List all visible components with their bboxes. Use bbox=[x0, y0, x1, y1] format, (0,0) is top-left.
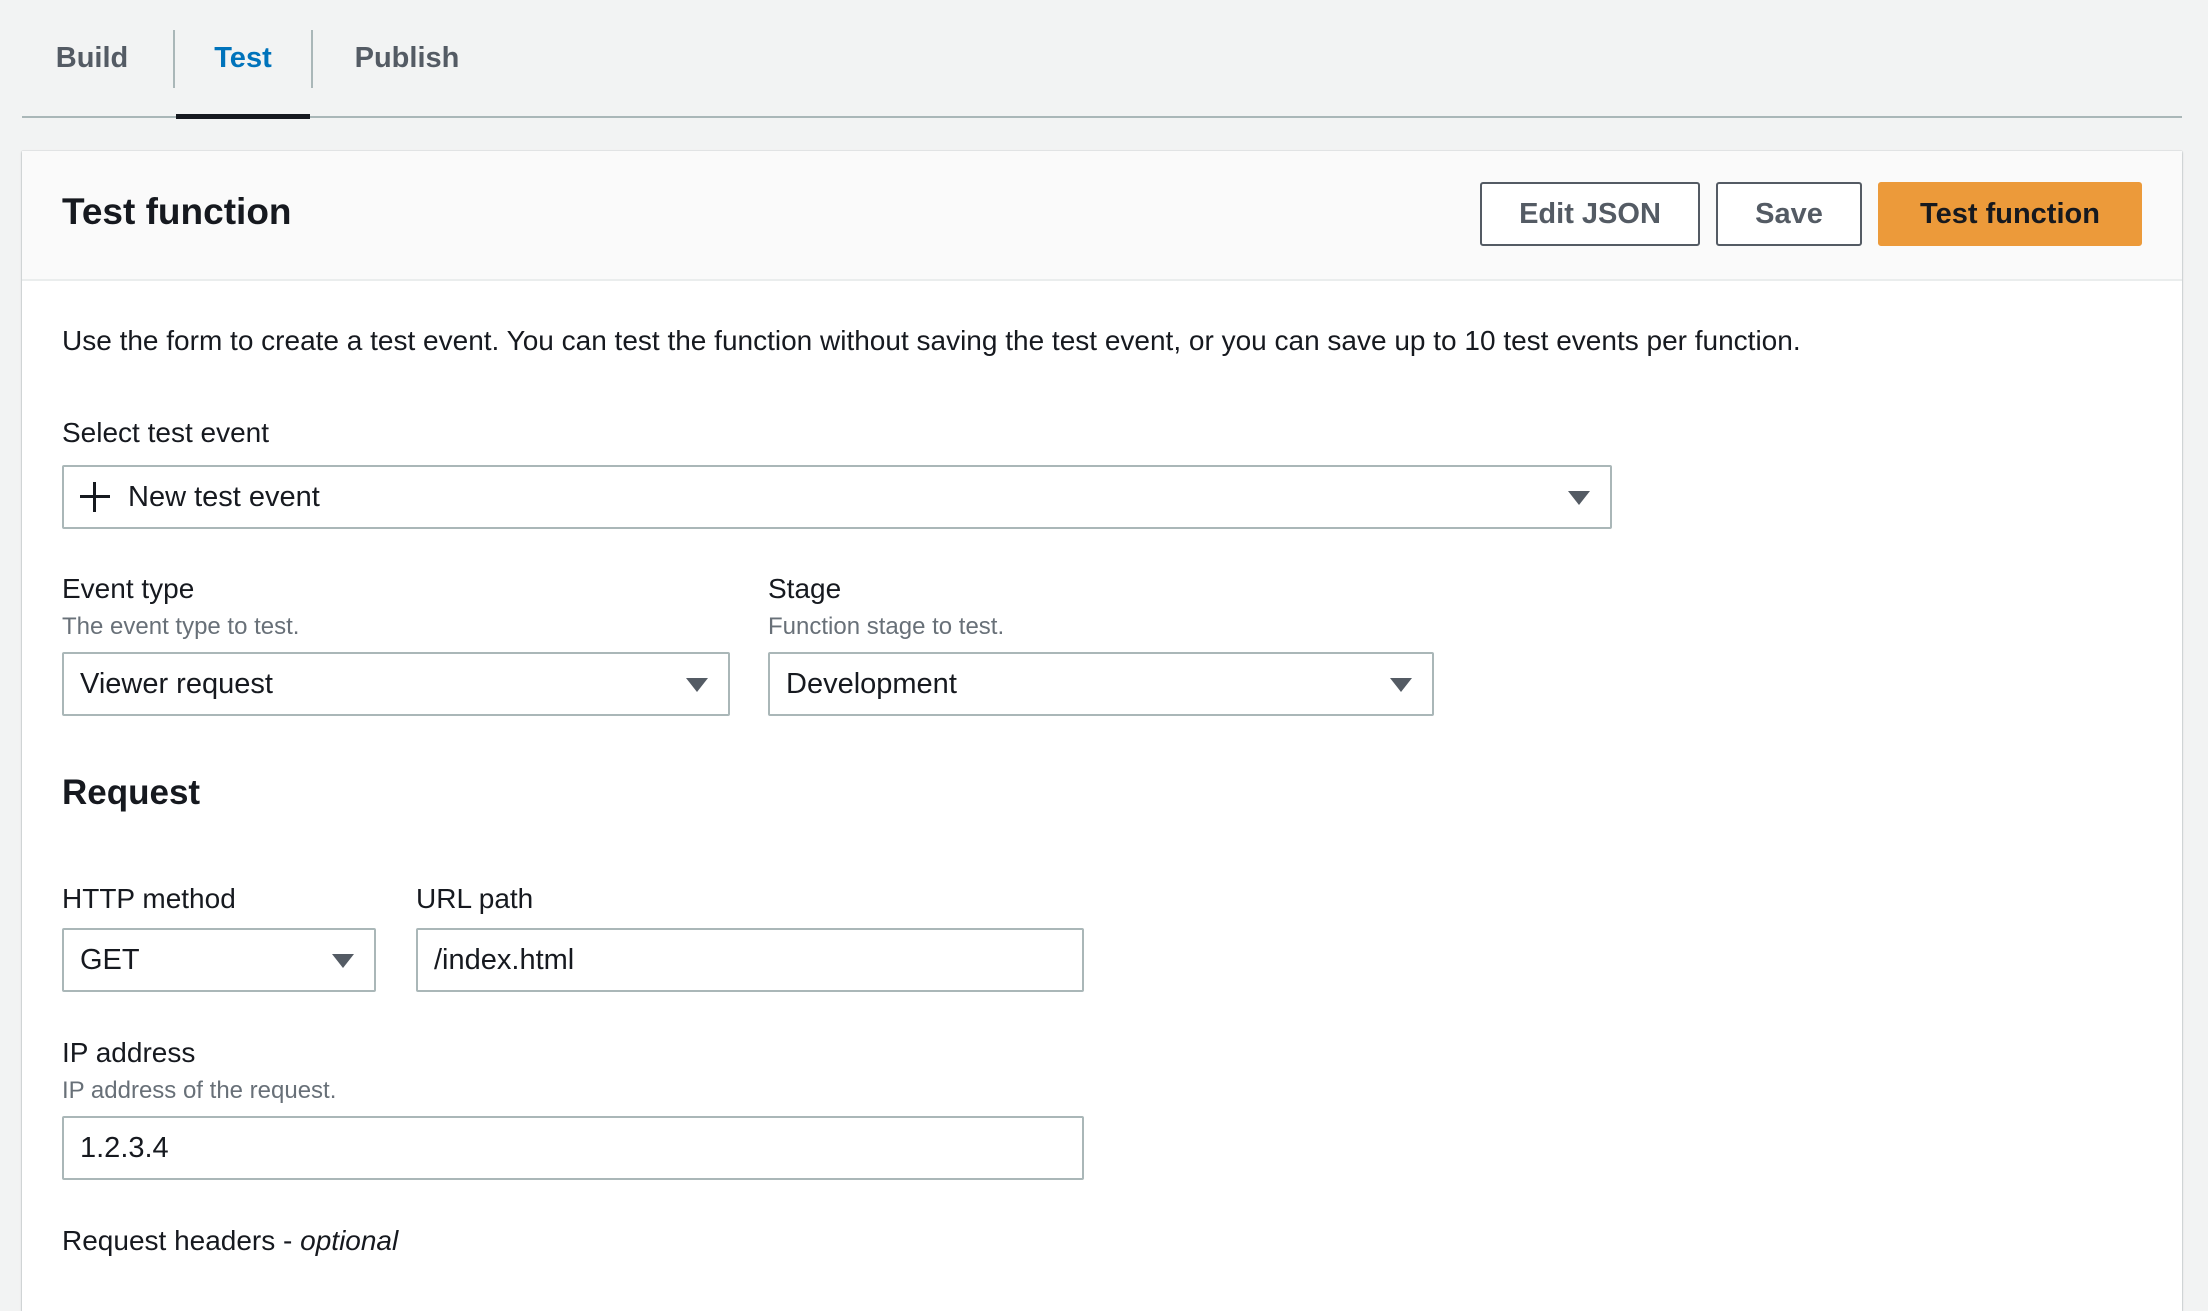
plus-icon bbox=[80, 482, 110, 512]
test-function-button[interactable]: Test function bbox=[1878, 182, 2142, 246]
caret-down-icon bbox=[1568, 491, 1590, 505]
tab-bar: Build Test Publish bbox=[22, 0, 2182, 119]
event-type-hint: The event type to test. bbox=[62, 613, 300, 640]
stage-hint: Function stage to test. bbox=[768, 613, 1005, 640]
caret-down-icon bbox=[332, 954, 354, 968]
tab-divider bbox=[173, 30, 175, 88]
stage-dropdown[interactable]: Development bbox=[768, 652, 1434, 716]
save-button[interactable]: Save bbox=[1716, 182, 1862, 246]
http-method-value: GET bbox=[80, 943, 140, 976]
select-test-event-value: New test event bbox=[128, 480, 320, 513]
request-section-title: Request bbox=[62, 773, 201, 812]
optional-tag: optional bbox=[300, 1225, 399, 1256]
url-path-label: URL path bbox=[416, 883, 534, 914]
panel-title: Test function bbox=[62, 191, 292, 232]
tab-build[interactable]: Build bbox=[42, 0, 142, 116]
ip-address-label: IP address bbox=[62, 1037, 196, 1068]
select-test-event-dropdown[interactable]: New test event bbox=[62, 465, 1612, 529]
caret-down-icon bbox=[686, 678, 708, 692]
ip-address-field[interactable] bbox=[62, 1116, 1084, 1180]
event-type-value: Viewer request bbox=[80, 667, 273, 700]
tab-divider bbox=[311, 30, 313, 88]
select-test-event-label: Select test event bbox=[62, 417, 270, 448]
caret-down-icon bbox=[1390, 678, 1412, 692]
panel-description: Use the form to create a test event. You… bbox=[62, 325, 1801, 356]
url-path-input[interactable] bbox=[434, 943, 1082, 977]
event-type-label: Event type bbox=[62, 573, 195, 604]
http-method-label: HTTP method bbox=[62, 883, 236, 914]
stage-value: Development bbox=[786, 667, 957, 700]
http-method-dropdown[interactable]: GET bbox=[62, 928, 376, 992]
event-type-dropdown[interactable]: Viewer request bbox=[62, 652, 730, 716]
ip-address-input[interactable] bbox=[80, 1131, 1082, 1165]
test-function-panel: Test function Edit JSON Save Test functi… bbox=[22, 151, 2182, 1311]
ip-address-hint: IP address of the request. bbox=[62, 1077, 337, 1104]
url-path-field[interactable] bbox=[416, 928, 1084, 992]
request-headers-label: Request headers - optional bbox=[62, 1225, 398, 1257]
tab-test[interactable]: Test bbox=[176, 0, 310, 119]
panel-header: Test function Edit JSON Save Test functi… bbox=[22, 151, 2182, 281]
edit-json-button[interactable]: Edit JSON bbox=[1480, 182, 1700, 246]
stage-label: Stage bbox=[768, 573, 842, 604]
tab-publish[interactable]: Publish bbox=[342, 0, 472, 116]
request-headers-label-text: Request headers - bbox=[62, 1225, 301, 1256]
